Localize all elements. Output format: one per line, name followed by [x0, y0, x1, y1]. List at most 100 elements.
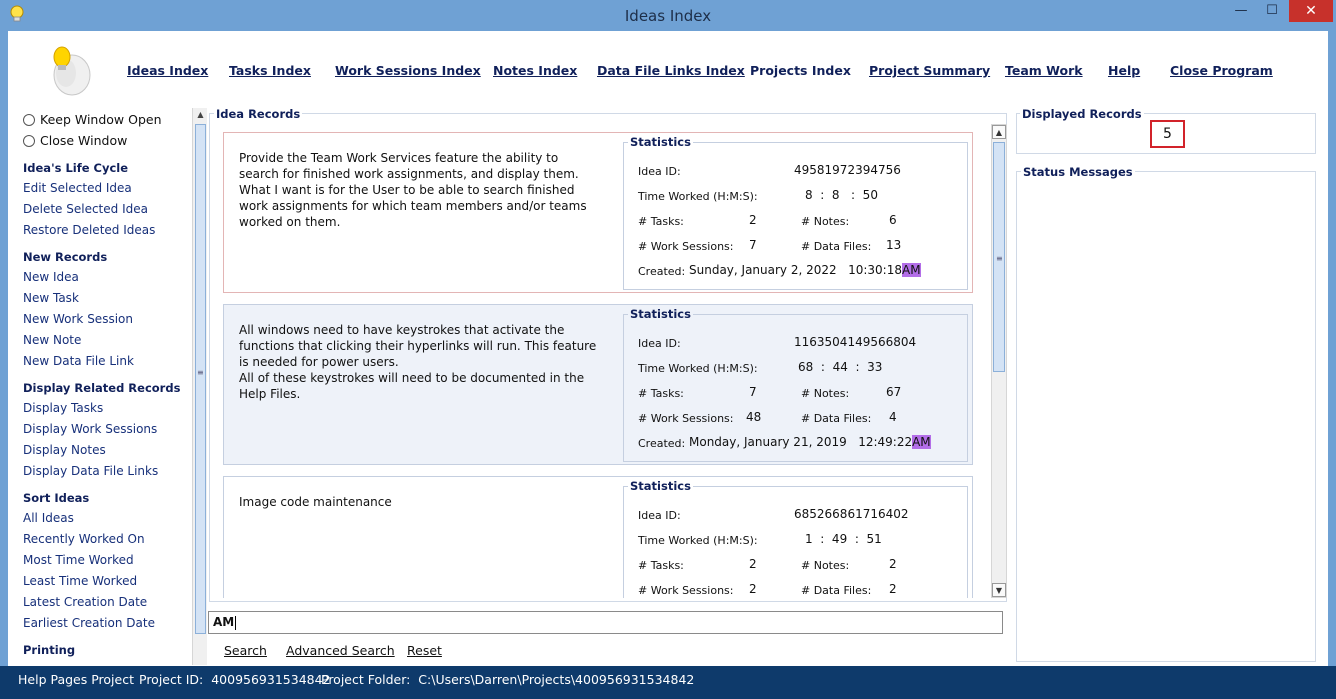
search-highlight: AM	[912, 435, 931, 449]
close-window-radio[interactable]: Close Window	[23, 133, 127, 148]
idea-records-title: Idea Records	[214, 107, 303, 121]
keep-window-open-radio[interactable]: Keep Window Open	[23, 112, 162, 127]
scrollbar-thumb[interactable]: ≡	[993, 142, 1005, 372]
sort-recently-worked-link[interactable]: Recently Worked On	[23, 532, 145, 546]
new-note-link[interactable]: New Note	[23, 333, 81, 347]
idea-id-value: 49581972394756	[794, 163, 901, 177]
scroll-up-arrow-icon[interactable]: ▲	[193, 108, 208, 122]
search-input[interactable]: AM	[208, 611, 1003, 634]
delete-selected-idea-link[interactable]: Delete Selected Idea	[23, 202, 148, 216]
status-messages-group	[1016, 171, 1316, 662]
search-button[interactable]: Search	[224, 643, 267, 658]
statistics-box: Statistics Idea ID: 1163504149566804 Tim…	[623, 307, 968, 462]
nav-data-file-links-index[interactable]: Data File Links Index	[597, 63, 745, 78]
idea-record[interactable]: Provide the Team Work Services feature t…	[223, 132, 973, 293]
nav-notes-index[interactable]: Notes Index	[493, 63, 577, 78]
printing-heading: Printing	[23, 643, 76, 657]
window-title: Ideas Index	[624, 7, 712, 25]
new-task-link[interactable]: New Task	[23, 291, 79, 305]
lightbulb-head-logo-icon	[53, 46, 91, 96]
restore-deleted-ideas-link[interactable]: Restore Deleted Ideas	[23, 223, 155, 237]
display-notes-link[interactable]: Display Notes	[23, 443, 106, 457]
search-input-text: AM	[213, 615, 235, 629]
grip-icon: ≡	[996, 254, 1003, 263]
displayed-records-title: Displayed Records	[1020, 107, 1144, 121]
display-data-file-links-link[interactable]: Display Data File Links	[23, 464, 158, 478]
created-value: Monday, January 21, 2019 12:49:22AM	[689, 435, 931, 449]
status-messages-title: Status Messages	[1021, 165, 1135, 179]
created-label: Created:	[638, 437, 686, 450]
records-scrollbar[interactable]: ▲ ≡ ▼	[991, 124, 1007, 598]
sort-all-ideas-link[interactable]: All Ideas	[23, 511, 74, 525]
nav-tasks-index[interactable]: Tasks Index	[229, 63, 311, 78]
related-records-heading: Display Related Records	[23, 381, 181, 395]
displayed-records-count: 5	[1150, 120, 1185, 148]
created-date-text: Monday, January 21, 2019 12:49:22	[689, 435, 913, 449]
notes-label: # Notes:	[801, 387, 850, 400]
created-label: Created:	[638, 265, 686, 278]
time-worked-value: 8 : 8 : 50	[805, 188, 878, 202]
close-button[interactable]: ✕	[1289, 0, 1333, 22]
sort-most-time-link[interactable]: Most Time Worked	[23, 553, 134, 567]
data-files-label: # Data Files:	[801, 412, 872, 425]
data-files-value: 2	[889, 582, 897, 596]
data-files-value: 13	[886, 238, 902, 252]
new-data-file-link-link[interactable]: New Data File Link	[23, 354, 134, 368]
display-tasks-link[interactable]: Display Tasks	[23, 401, 103, 415]
display-work-sessions-link[interactable]: Display Work Sessions	[23, 422, 157, 436]
notes-value: 2	[889, 557, 897, 571]
idea-record[interactable]: Image code maintenance Statistics Idea I…	[223, 476, 973, 598]
scroll-down-arrow-icon[interactable]: ▼	[992, 583, 1006, 597]
nav-projects-index[interactable]: Projects Index	[750, 63, 851, 78]
tasks-value: 2	[749, 213, 757, 227]
idea-records-list: Provide the Team Work Services feature t…	[215, 128, 1000, 598]
minimize-button[interactable]: —	[1226, 0, 1256, 22]
scroll-up-arrow-icon[interactable]: ▲	[992, 125, 1006, 139]
tasks-label: # Tasks:	[638, 387, 684, 400]
sort-latest-creation-link[interactable]: Latest Creation Date	[23, 595, 147, 609]
advanced-search-button[interactable]: Advanced Search	[286, 643, 395, 658]
notes-label: # Notes:	[801, 559, 850, 572]
nav-work-sessions-index[interactable]: Work Sessions Index	[335, 63, 481, 78]
data-files-label: # Data Files:	[801, 240, 872, 253]
idea-record[interactable]: All windows need to have keystrokes that…	[223, 304, 973, 465]
statistics-title: Statistics	[628, 307, 693, 321]
text-caret	[235, 615, 237, 630]
maximize-button[interactable]: ☐	[1258, 0, 1286, 22]
new-work-session-link[interactable]: New Work Session	[23, 312, 133, 326]
created-value: Sunday, January 2, 2022 10:30:18AM	[689, 263, 921, 277]
nav-help[interactable]: Help	[1108, 63, 1140, 78]
idea-id-value: 1163504149566804	[794, 335, 917, 349]
work-sessions-value: 7	[749, 238, 757, 252]
notes-value: 6	[889, 213, 897, 227]
grip-icon: ≡	[197, 368, 204, 377]
sort-least-time-link[interactable]: Least Time Worked	[23, 574, 137, 588]
statistics-title: Statistics	[628, 479, 693, 493]
work-sessions-label: # Work Sessions:	[638, 584, 734, 597]
keep-window-open-label: Keep Window Open	[40, 112, 162, 127]
new-idea-link[interactable]: New Idea	[23, 270, 79, 284]
edit-selected-idea-link[interactable]: Edit Selected Idea	[23, 181, 132, 195]
status-project-id: Project ID: 400956931534842	[139, 672, 331, 687]
new-records-heading: New Records	[23, 250, 108, 264]
idea-id-label: Idea ID:	[638, 509, 681, 522]
nav-team-work[interactable]: Team Work	[1005, 63, 1083, 78]
idea-description: All windows need to have keystrokes that…	[239, 323, 597, 401]
sidebar-scrollbar[interactable]: ▲ ≡	[192, 108, 207, 665]
reset-button[interactable]: Reset	[407, 643, 442, 658]
idea-description: Image code maintenance	[239, 495, 392, 509]
nav-project-summary[interactable]: Project Summary	[869, 63, 990, 78]
title-bar: Ideas Index — ☐ ✕	[0, 0, 1336, 31]
sort-earliest-creation-link[interactable]: Earliest Creation Date	[23, 616, 155, 630]
tasks-label: # Tasks:	[638, 559, 684, 572]
scrollbar-thumb[interactable]: ≡	[195, 124, 206, 634]
window-client-area: Ideas Index Tasks Index Work Sessions In…	[8, 31, 1328, 666]
time-worked-label: Time Worked (H:M:S):	[638, 190, 758, 203]
nav-close-program[interactable]: Close Program	[1170, 63, 1273, 78]
data-files-label: # Data Files:	[801, 584, 872, 597]
created-date-text: Sunday, January 2, 2022 10:30:18	[689, 263, 902, 277]
data-files-value: 4	[889, 410, 897, 424]
work-sessions-label: # Work Sessions:	[638, 412, 734, 425]
nav-ideas-index[interactable]: Ideas Index	[127, 63, 208, 78]
close-window-label: Close Window	[40, 133, 128, 148]
